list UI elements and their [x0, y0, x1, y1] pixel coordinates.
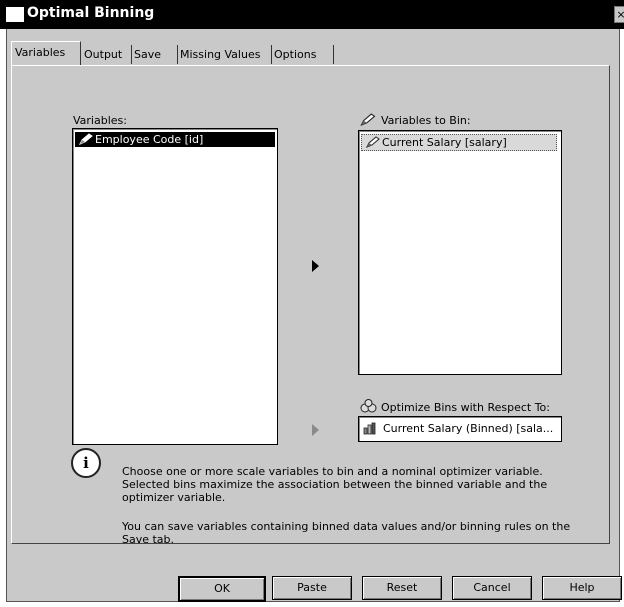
- move-to-optimizer-arrow-icon[interactable]: [312, 424, 319, 436]
- window-icon: [6, 7, 24, 22]
- source-variables-list[interactable]: Employee Code [id]: [72, 128, 278, 445]
- ok-button[interactable]: OK: [178, 576, 266, 602]
- list-item-label: Employee Code [id]: [95, 133, 204, 146]
- help-button[interactable]: Help: [542, 576, 622, 600]
- optimizer-variable-field[interactable]: Current Salary (Binned) [sala...: [358, 416, 562, 442]
- tab-options[interactable]: Options: [271, 45, 334, 64]
- tab-save[interactable]: Save: [131, 45, 178, 64]
- list-item-label: Current Salary [salary]: [382, 136, 507, 149]
- paste-button[interactable]: Paste: [272, 576, 352, 600]
- reset-button[interactable]: Reset: [362, 576, 442, 600]
- variables-to-bin-list[interactable]: Current Salary [salary]: [358, 130, 562, 375]
- variables-to-bin-label: Variables to Bin:: [381, 114, 471, 127]
- list-item-employee-code[interactable]: Employee Code [id]: [75, 132, 275, 147]
- window-title: Optimal Binning: [27, 5, 155, 21]
- cancel-button[interactable]: Cancel: [452, 576, 532, 600]
- close-button[interactable]: ×: [614, 6, 624, 23]
- move-to-bin-arrow-icon[interactable]: [312, 260, 319, 272]
- tab-variables[interactable]: Variables: [11, 41, 81, 65]
- optimize-icon: [360, 399, 377, 413]
- variables-label: Variables:: [73, 114, 127, 127]
- optimal-binning-dialog: Optimal Binning × Variables Output Save …: [0, 0, 624, 607]
- info-text-line-3: optimizer variable.: [122, 491, 226, 504]
- tab-output[interactable]: Output: [81, 45, 132, 64]
- pencil-icon: [366, 136, 380, 148]
- pencil-icon: [79, 133, 93, 145]
- nominal-variable-icon: [363, 422, 376, 435]
- optimize-bins-label: Optimize Bins with Respect To:: [381, 401, 550, 414]
- info-icon: i: [71, 448, 101, 478]
- title-bar: Optimal Binning ×: [0, 0, 624, 29]
- optimizer-variable-value: Current Salary (Binned) [sala...: [383, 422, 554, 435]
- pencil-icon: [360, 113, 376, 126]
- list-item-current-salary[interactable]: Current Salary [salary]: [361, 134, 557, 151]
- info-text-line-2: Selected bins maximize the association b…: [122, 478, 548, 491]
- info-text-line-4: You can save variables containing binned…: [122, 520, 571, 533]
- info-text-line-5: Save tab.: [122, 533, 175, 546]
- tab-missing-values[interactable]: Missing Values: [177, 45, 272, 64]
- info-text-line-1: Choose one or more scale variables to bi…: [122, 465, 543, 478]
